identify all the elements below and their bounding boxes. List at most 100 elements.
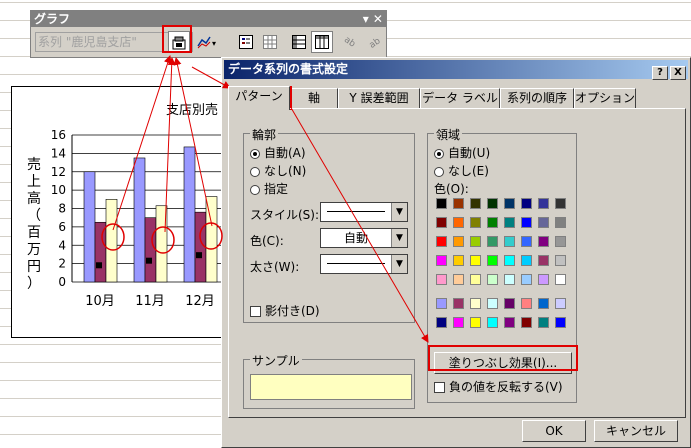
area-auto-radio[interactable]: 自動(U) xyxy=(434,144,490,161)
weight-select[interactable]: ▼ xyxy=(320,254,408,274)
color-swatch[interactable] xyxy=(504,255,515,266)
color-swatch[interactable] xyxy=(521,236,532,247)
cancel-button[interactable]: キャンセル xyxy=(594,420,678,442)
color-swatch[interactable] xyxy=(436,298,447,309)
color-swatch[interactable] xyxy=(555,255,566,266)
color-swatch[interactable] xyxy=(504,274,515,285)
color-swatch[interactable] xyxy=(487,274,498,285)
border-auto-radio[interactable]: 自動(A) xyxy=(250,144,306,161)
color-swatch[interactable] xyxy=(453,236,464,247)
color-swatch[interactable] xyxy=(436,217,447,228)
color-swatch[interactable] xyxy=(470,236,481,247)
color-swatch[interactable] xyxy=(470,274,481,285)
border-color-select[interactable]: 自動 ▼ xyxy=(320,228,408,248)
color-swatch[interactable] xyxy=(521,217,532,228)
legend-button[interactable] xyxy=(235,31,257,53)
color-swatch[interactable] xyxy=(521,317,532,328)
color-swatch[interactable] xyxy=(470,198,481,209)
by-column-button[interactable] xyxy=(311,31,333,53)
shadow-checkbox[interactable]: 影付き(D) xyxy=(250,302,320,319)
chevron-down-icon[interactable]: ▼ xyxy=(391,255,407,273)
area-auto-label: 自動(U) xyxy=(448,146,491,160)
toolbar-controls[interactable]: ▾ ✕ xyxy=(363,11,383,27)
color-swatch[interactable] xyxy=(538,298,549,309)
color-swatch[interactable] xyxy=(555,274,566,285)
color-swatch[interactable] xyxy=(555,198,566,209)
chevron-down-icon[interactable]: ▼ xyxy=(391,229,407,247)
color-swatch[interactable] xyxy=(487,317,498,328)
color-swatch[interactable] xyxy=(504,217,515,228)
color-swatch[interactable] xyxy=(453,255,464,266)
color-swatch[interactable] xyxy=(538,198,549,209)
checkbox-box xyxy=(434,382,445,393)
tab-series-order[interactable]: 系列の順序 xyxy=(500,88,574,108)
close-button[interactable]: X xyxy=(670,66,686,80)
chart-area[interactable]: 支店別売 売上高（百万円） 16 14 12 10 8 6 4 2 0 10月 11月 12月 xyxy=(11,86,227,338)
ok-button[interactable]: OK xyxy=(522,420,586,442)
color-swatch[interactable] xyxy=(436,274,447,285)
color-swatch[interactable] xyxy=(487,298,498,309)
color-swatch[interactable] xyxy=(436,317,447,328)
color-swatch[interactable] xyxy=(436,236,447,247)
bar xyxy=(183,146,196,283)
color-swatch[interactable] xyxy=(538,274,549,285)
color-swatch[interactable] xyxy=(521,274,532,285)
color-swatch[interactable] xyxy=(555,317,566,328)
bar xyxy=(133,157,146,283)
color-swatch[interactable] xyxy=(555,217,566,228)
sample-group: サンプル xyxy=(243,352,415,409)
dialog-titlebar[interactable]: データ系列の書式設定 ? X xyxy=(224,60,688,80)
color-swatch[interactable] xyxy=(470,317,481,328)
border-custom-radio[interactable]: 指定 xyxy=(250,180,288,197)
legend-icon xyxy=(239,35,253,49)
color-swatch[interactable] xyxy=(521,255,532,266)
radio-indicator xyxy=(250,184,260,195)
color-swatch[interactable] xyxy=(436,255,447,266)
by-row-button[interactable] xyxy=(288,31,310,53)
tab-pattern[interactable]: パターン xyxy=(228,86,290,110)
color-swatch[interactable] xyxy=(487,255,498,266)
tab-y-error-bars[interactable]: Y 誤差範囲 xyxy=(338,88,420,108)
y-tick-label: 12 xyxy=(51,165,66,179)
tab-data-labels[interactable]: データ ラベル xyxy=(420,88,500,108)
color-swatch[interactable] xyxy=(470,255,481,266)
angle-text-down-button[interactable]: ab xyxy=(340,31,362,53)
bar xyxy=(144,217,157,283)
color-swatch[interactable] xyxy=(504,198,515,209)
color-swatch[interactable] xyxy=(538,217,549,228)
color-swatch[interactable] xyxy=(555,236,566,247)
invert-negative-checkbox[interactable]: 負の値を反転する(V) xyxy=(434,378,563,395)
tab-options[interactable]: オプション xyxy=(574,88,636,108)
color-swatch[interactable] xyxy=(521,198,532,209)
color-swatch[interactable] xyxy=(436,198,447,209)
color-swatch[interactable] xyxy=(555,298,566,309)
color-swatch[interactable] xyxy=(453,317,464,328)
color-swatch[interactable] xyxy=(538,317,549,328)
color-swatch[interactable] xyxy=(470,298,481,309)
data-table-button[interactable] xyxy=(259,31,281,53)
area-none-radio[interactable]: なし(E) xyxy=(434,162,489,179)
color-swatch[interactable] xyxy=(487,217,498,228)
color-swatch[interactable] xyxy=(538,255,549,266)
toolbar-titlebar[interactable]: グラフ ▾ ✕ xyxy=(31,11,386,27)
color-swatch[interactable] xyxy=(453,274,464,285)
color-swatch[interactable] xyxy=(504,298,515,309)
tab-axis[interactable]: 軸 xyxy=(290,88,338,108)
color-swatch[interactable] xyxy=(487,198,498,209)
border-color-value: 自動 xyxy=(343,231,368,245)
chevron-down-icon[interactable]: ▼ xyxy=(391,203,407,221)
color-swatch[interactable] xyxy=(453,198,464,209)
color-swatch[interactable] xyxy=(538,236,549,247)
chart-type-button[interactable]: ▾ xyxy=(197,31,219,53)
color-swatch[interactable] xyxy=(453,217,464,228)
color-swatch[interactable] xyxy=(504,317,515,328)
angle-text-up-button[interactable]: ab xyxy=(363,31,385,53)
color-swatch[interactable] xyxy=(521,298,532,309)
help-button[interactable]: ? xyxy=(652,66,668,80)
color-swatch[interactable] xyxy=(453,298,464,309)
style-select[interactable]: ▼ xyxy=(320,202,408,222)
color-swatch[interactable] xyxy=(504,236,515,247)
border-none-radio[interactable]: なし(N) xyxy=(250,162,306,179)
color-swatch[interactable] xyxy=(487,236,498,247)
color-swatch[interactable] xyxy=(470,217,481,228)
